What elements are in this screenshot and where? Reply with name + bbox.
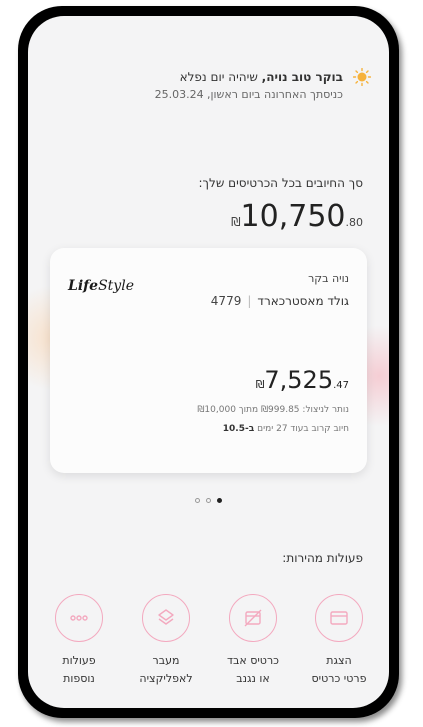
greeting-title: בוקר טוב נויה, שיהיה יום נפלא xyxy=(155,68,343,86)
more-dots-icon xyxy=(70,615,88,621)
card-balance-integer: 7,525 xyxy=(264,366,334,394)
card-type-name: גולד מאסטרכארד xyxy=(257,294,349,308)
total-decimal: .80 xyxy=(345,216,364,229)
switch-app-button[interactable]: מעבר לאפליקציה xyxy=(123,594,209,688)
total-charges-label: סך החיובים בכל הכרטיסים שלך: xyxy=(198,176,363,190)
card-details-button[interactable]: הצגת פרטי כרטיס xyxy=(296,594,382,688)
card-details-icon xyxy=(330,611,348,625)
pagination-dot[interactable] xyxy=(195,498,200,503)
action-label: מעבר xyxy=(152,654,180,667)
card-lost-icon xyxy=(244,609,262,627)
sun-icon xyxy=(353,68,371,86)
action-label: פרטי כרטיס xyxy=(311,672,367,685)
action-label: או נגנב xyxy=(236,672,270,685)
card-pagination xyxy=(28,488,389,507)
action-label: כרטיס אבד xyxy=(227,654,279,667)
total-charges-amount: ₪10,750.80 xyxy=(231,199,363,234)
last-login: כניסתך האחרונה ביום ראשון, 25.03.24 xyxy=(154,88,343,101)
quick-actions: פעולות נוספות מעבר לאפליקציה כרטיס אבד א… xyxy=(28,594,389,704)
card-owner-name: נויה בקר xyxy=(308,272,349,285)
quick-actions-title: פעולות מהירות: xyxy=(282,551,363,565)
action-label: נוספות xyxy=(63,672,95,685)
greeting: בוקר טוב נויה, שיהיה יום נפלא כניסתך האח… xyxy=(155,68,371,104)
action-label: הצגת xyxy=(326,654,352,667)
total-currency: ₪ xyxy=(231,215,241,229)
total-integer: 10,750 xyxy=(240,199,346,234)
card-next-charge-text: חיוב קרוב בעוד 27 ימים xyxy=(257,424,349,434)
screen: בוקר טוב נויה, שיהיה יום נפלא כניסתך האח… xyxy=(28,16,389,708)
pagination-dot-active[interactable] xyxy=(217,498,222,503)
action-label: לאפליקציה xyxy=(139,672,193,685)
pagination-dot[interactable] xyxy=(206,498,211,503)
credit-card[interactable]: LifeStyle נויה בקר גולד מאסטרכארד|4779 ₪… xyxy=(50,248,367,473)
card-available-credit: נותר לניצול: ₪999.85 מתוך ₪10,000 xyxy=(197,405,349,415)
card-next-charge: חיוב קרוב בעוד 27 ימים ב-10.5 xyxy=(223,424,349,434)
card-last-digits: 4779 xyxy=(210,294,242,308)
card-balance-decimal: .47 xyxy=(333,380,349,391)
greeting-wish: שיהיה יום נפלא xyxy=(179,70,258,84)
app-switch-icon xyxy=(158,609,174,625)
lost-card-button[interactable]: כרטיס אבד או נגנב xyxy=(210,594,296,688)
greeting-name: בוקר טוב נויה, xyxy=(261,70,343,84)
card-balance: ₪7,525.47 xyxy=(256,366,349,394)
card-type: גולד מאסטרכארד|4779 xyxy=(210,294,349,308)
more-actions-button[interactable]: פעולות נוספות xyxy=(36,594,122,688)
lifestyle-logo: LifeStyle xyxy=(68,278,134,294)
action-label: פעולות xyxy=(62,654,96,667)
phone-frame: בוקר טוב נויה, שיהיה יום נפלא כניסתך האח… xyxy=(18,6,399,718)
card-next-charge-date: ב-10.5 xyxy=(222,424,255,434)
